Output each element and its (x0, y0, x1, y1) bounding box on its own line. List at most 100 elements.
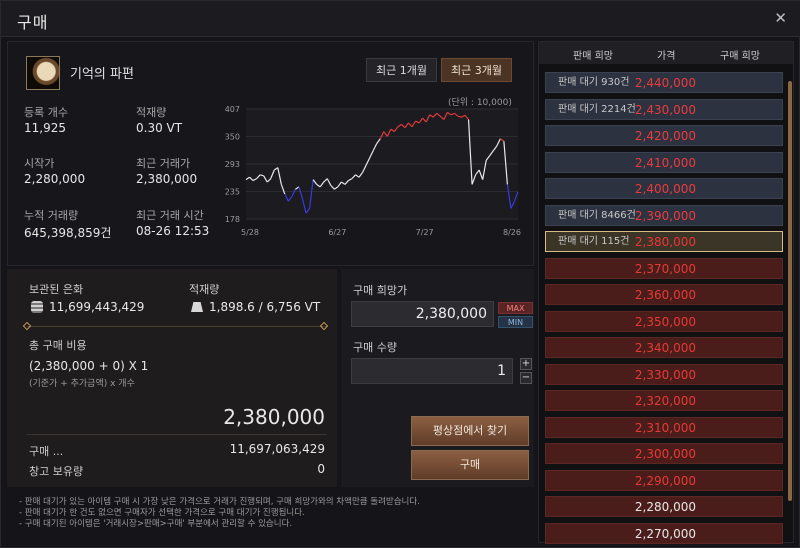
period-1-month-button[interactable]: 최근 1개월 (366, 58, 437, 82)
orderbook-row[interactable]: 판매 대기 8466건 2,390,000 (545, 204, 783, 226)
buy-quantity-input[interactable]: 1 (351, 358, 513, 384)
divider (27, 434, 327, 435)
storage-value: 0 (317, 462, 325, 476)
chart-y-tick: 407 (225, 105, 240, 114)
orderbook-row[interactable]: 판매 대기 115건 2,380,000 (545, 231, 783, 252)
capacity-value: 1,898.6 / 6,756 VT (209, 300, 321, 314)
note-line: - 판매 대기가 한 건도 없으면 구매자가 선택한 가격으로 구매 대기가 진… (19, 508, 305, 518)
chart-x-tick: 8/26 (503, 228, 521, 237)
after-purchase-value: 11,697,063,429 (229, 442, 325, 456)
note-line: - 구매 대기된 아이템은 '거래시장>판매>구매' 부분에서 관리할 수 있습… (19, 519, 293, 529)
orderbook-row[interactable]: 2,410,000 (545, 151, 783, 173)
chart-y-tick: 178 (225, 215, 240, 224)
silver-label: 보관된 은화 (29, 283, 84, 296)
row-price: 2,340,000 (634, 341, 696, 355)
row-price: 2,270,000 (634, 526, 696, 541)
chart-x-tick: 6/27 (328, 228, 346, 237)
orderbook-row[interactable]: 2,360,000 (545, 284, 783, 305)
total-cost-value: 2,380,000 (223, 405, 325, 429)
row-price: 2,440,000 (634, 76, 696, 90)
recent-price-label: 최근 거래가 (136, 157, 191, 170)
period-3-month-button[interactable]: 최근 3개월 (441, 58, 512, 82)
chart-x-tick: 5/28 (241, 228, 259, 237)
row-wait-label: 판매 대기 115건 (558, 236, 630, 247)
recent-time-label: 최근 거래 시간 (136, 209, 204, 222)
weight-label: 적재량 (136, 106, 167, 119)
cost-formula: (2,380,000 + 0) X 1 (29, 359, 149, 373)
orderbook-row[interactable]: 2,270,000 (545, 522, 783, 544)
row-wait-label: 판매 대기 8466건 (558, 209, 636, 221)
weight-value: 0.30 VT (136, 121, 183, 135)
orderbook-panel: 판매 희망 가격 구매 희망 판매 대기 930건 2,440,000 판매 대기 … (538, 41, 794, 544)
orderbook-row[interactable]: 2,290,000 (545, 469, 783, 491)
orderbook-row[interactable]: 2,350,000 (545, 310, 783, 332)
market-buy-window: 구매 ✕ 기억의 파편 최근 1개월 최근 3개월 (단위 : 10,000) … (0, 0, 800, 548)
row-price: 2,290,000 (634, 473, 696, 488)
find-in-shop-button[interactable]: 평상점에서 찾기 (411, 416, 529, 446)
row-price: 2,300,000 (634, 447, 696, 461)
orderbook-row[interactable]: 2,340,000 (545, 337, 783, 358)
orderbook-row[interactable]: 2,400,000 (545, 178, 783, 199)
item-icon (26, 56, 60, 90)
orderbook-row[interactable]: 2,370,000 (545, 257, 783, 279)
title-bar: 구매 ✕ (1, 1, 800, 37)
buy-price-label: 구매 희망가 (353, 284, 408, 297)
orderbook-row[interactable]: 2,420,000 (545, 125, 783, 146)
buy-wish-header: 구매 희망 (720, 51, 760, 62)
item-info-panel: 기억의 파편 최근 1개월 최근 3개월 (단위 : 10,000) 등록 개수… (7, 41, 534, 266)
chart-y-tick: 350 (225, 133, 240, 142)
buy-quantity-label: 구매 수량 (353, 341, 397, 354)
storage-label: 창고 보유량 (29, 465, 84, 478)
orderbook-row[interactable]: 2,300,000 (545, 443, 783, 464)
orderbook-row[interactable]: 판매 대기 2214건 2,430,000 (545, 98, 783, 120)
row-price: 2,420,000 (634, 129, 696, 143)
after-purchase-label: 구매 ... (29, 445, 64, 458)
total-trades-label: 누적 거래량 (24, 209, 79, 222)
chart-y-tick: 235 (225, 188, 240, 197)
quantity-increase-button[interactable]: + (520, 358, 532, 370)
row-price: 2,280,000 (634, 500, 696, 514)
row-price: 2,410,000 (634, 155, 696, 170)
wallet-panel: 보관된 은화 11,699,443,429 적재량 1,898.6 / 6,75… (7, 269, 337, 487)
start-price-label: 시작가 (24, 157, 55, 170)
orderbook-row[interactable]: 2,320,000 (545, 390, 783, 411)
chart-y-tick: 293 (225, 160, 240, 169)
orderbook-row[interactable]: 2,330,000 (545, 363, 783, 385)
scrollbar[interactable] (788, 81, 792, 501)
divider (27, 326, 327, 327)
chart-x-tick: 7/27 (416, 228, 434, 237)
sell-wish-header: 판매 희망 (573, 51, 613, 62)
row-price: 2,390,000 (634, 208, 696, 223)
silver-coins-icon (31, 301, 43, 313)
max-price-button[interactable]: MAX (498, 302, 533, 314)
silver-value: 11,699,443,429 (49, 300, 145, 314)
close-icon[interactable]: ✕ (774, 9, 787, 27)
row-wait-label: 판매 대기 2214건 (558, 103, 636, 115)
item-name: 기억의 파편 (70, 67, 134, 82)
orderbook-row[interactable]: 2,310,000 (545, 416, 783, 438)
capacity-label: 적재량 (189, 283, 220, 296)
orderbook-row[interactable]: 판매 대기 930건 2,440,000 (545, 72, 783, 93)
start-price-value: 2,280,000 (24, 172, 86, 186)
total-cost-label: 총 구매 비용 (29, 339, 87, 352)
buy-button[interactable]: 구매 (411, 450, 529, 480)
row-price: 2,320,000 (634, 394, 696, 408)
divider-ornament (319, 321, 329, 331)
reg-count-value: 11,925 (24, 121, 66, 135)
cost-formula-note: (기준가 + 추가금액) x 개수 (29, 379, 135, 389)
min-price-button[interactable]: MIN (498, 316, 533, 328)
divider-ornament (22, 321, 32, 331)
buy-price-input[interactable]: 2,380,000 (351, 301, 494, 327)
row-price: 2,370,000 (634, 261, 696, 276)
note-line: - 판매 대기가 있는 아이템 구매 시 가장 낮은 가격으로 거래가 진행되며… (19, 497, 420, 507)
row-wait-label: 판매 대기 930건 (558, 77, 630, 88)
reg-count-label: 등록 개수 (24, 106, 68, 119)
row-price: 2,330,000 (634, 367, 696, 382)
weight-icon (191, 302, 203, 312)
quantity-decrease-button[interactable]: − (520, 372, 532, 384)
price-header: 가격 (657, 51, 676, 62)
orderbook-row[interactable]: 2,280,000 (545, 496, 783, 517)
orderbook-header: 판매 희망 가격 구매 희망 (539, 42, 793, 64)
price-history-chart: 407 350 293 235 1785/28 6/27 7/27 8/26 (225, 105, 521, 237)
row-price: 2,400,000 (634, 182, 696, 196)
